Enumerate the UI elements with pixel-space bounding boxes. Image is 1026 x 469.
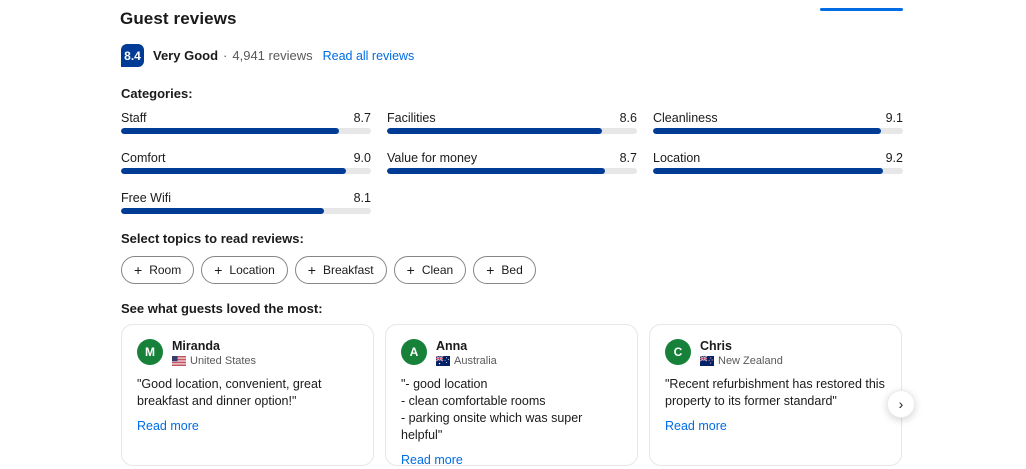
rating-label: Very Good bbox=[153, 48, 219, 63]
category-label: Facilities bbox=[387, 111, 436, 125]
plus-icon: + bbox=[307, 262, 316, 278]
category-bar-track bbox=[653, 168, 903, 174]
us-flag-icon bbox=[172, 356, 186, 366]
avatar: A bbox=[401, 339, 427, 365]
read-more-link[interactable]: Read more bbox=[137, 419, 199, 433]
rating-separator: · bbox=[223, 48, 228, 63]
review-card: M Miranda United States "Good location, … bbox=[121, 324, 374, 466]
category-bar-track bbox=[387, 168, 637, 174]
chevron-right-icon: › bbox=[898, 396, 904, 412]
review-card: A Anna Australia "- good location - clea… bbox=[385, 324, 638, 467]
plus-icon: + bbox=[134, 262, 143, 278]
rating-summary: 8.4 Very Good · 4,941 reviews Read all r… bbox=[121, 44, 414, 67]
review-card: C Chris New Zealand "Recent refurbishmen… bbox=[649, 324, 902, 466]
category-bar-fill bbox=[653, 168, 883, 174]
category-label: Free Wifi bbox=[121, 191, 171, 205]
read-more-link[interactable]: Read more bbox=[665, 419, 727, 433]
au-flag-icon bbox=[436, 356, 450, 366]
categories-grid: Staff 8.7 Facilities 8.6 Cleanliness 9.1… bbox=[121, 111, 903, 214]
guest-country: Australia bbox=[454, 355, 497, 367]
guest-country: United States bbox=[190, 355, 257, 367]
category-score: 8.7 bbox=[619, 151, 637, 165]
category-bar-fill bbox=[121, 208, 324, 214]
topic-pill-breakfast[interactable]: + Breakfast bbox=[294, 256, 387, 284]
avatar: M bbox=[137, 339, 163, 365]
topic-pills: + Room + Location + Breakfast + Clean + … bbox=[121, 256, 536, 284]
topics-heading: Select topics to read reviews: bbox=[121, 231, 304, 246]
category-comfort: Comfort 9.0 bbox=[121, 151, 371, 174]
guest-name: Miranda bbox=[172, 339, 220, 353]
review-quote: "Good location, convenient, great breakf… bbox=[137, 377, 322, 408]
category-cleanliness: Cleanliness 9.1 bbox=[653, 111, 903, 134]
plus-icon: + bbox=[486, 262, 495, 278]
topic-pill-room[interactable]: + Room bbox=[121, 256, 195, 284]
guest-name: Anna bbox=[436, 339, 468, 353]
category-bar-track bbox=[121, 168, 371, 174]
read-all-reviews-link[interactable]: Read all reviews bbox=[323, 49, 415, 63]
category-value-for-money: Value for money 8.7 bbox=[387, 151, 637, 174]
plus-icon: + bbox=[214, 262, 223, 278]
next-reviews-button[interactable]: › bbox=[887, 390, 915, 418]
category-facilities: Facilities 8.6 bbox=[387, 111, 637, 134]
topic-pill-label: Room bbox=[149, 263, 182, 277]
nz-flag-icon bbox=[700, 356, 714, 366]
category-score: 8.7 bbox=[353, 111, 371, 125]
avatar: C bbox=[665, 339, 691, 365]
category-score: 8.6 bbox=[619, 111, 637, 125]
category-label: Value for money bbox=[387, 151, 478, 165]
category-bar-track bbox=[121, 208, 371, 214]
review-score-badge: 8.4 bbox=[121, 44, 144, 67]
category-score: 8.1 bbox=[353, 191, 371, 205]
topic-pill-clean[interactable]: + Clean bbox=[393, 256, 467, 284]
topic-pill-label: Breakfast bbox=[322, 263, 374, 277]
reviews-count: 4,941 reviews bbox=[232, 48, 313, 63]
review-quote: "Recent refurbishment has restored this … bbox=[665, 377, 885, 408]
guest-name: Chris bbox=[700, 339, 732, 353]
category-bar-fill bbox=[387, 168, 605, 174]
category-label: Comfort bbox=[121, 151, 166, 165]
topic-pill-bed[interactable]: + Bed bbox=[473, 256, 536, 284]
category-location: Location 9.2 bbox=[653, 151, 903, 174]
category-bar-fill bbox=[653, 128, 881, 134]
review-quote: "- good location - clean comfortable roo… bbox=[401, 377, 583, 442]
topic-pill-location[interactable]: + Location bbox=[201, 256, 288, 284]
review-cards: M Miranda United States "Good location, … bbox=[121, 324, 902, 467]
category-bar-track bbox=[653, 128, 903, 134]
categories-heading: Categories: bbox=[121, 86, 193, 101]
active-tab-indicator bbox=[820, 8, 903, 11]
category-bar-fill bbox=[121, 168, 346, 174]
category-free-wifi: Free Wifi 8.1 bbox=[121, 191, 371, 214]
topic-pill-label: Clean bbox=[421, 263, 454, 277]
category-staff: Staff 8.7 bbox=[121, 111, 371, 134]
category-score: 9.1 bbox=[885, 111, 903, 125]
read-more-link[interactable]: Read more bbox=[401, 453, 463, 467]
category-label: Cleanliness bbox=[653, 111, 718, 125]
category-bar-track bbox=[387, 128, 637, 134]
category-score: 9.0 bbox=[353, 151, 371, 165]
category-score: 9.2 bbox=[885, 151, 903, 165]
plus-icon: + bbox=[406, 262, 415, 278]
guest-country: New Zealand bbox=[718, 355, 783, 367]
topic-pill-label: Bed bbox=[501, 263, 523, 277]
category-bar-track bbox=[121, 128, 371, 134]
category-label: Location bbox=[653, 151, 701, 165]
category-bar-fill bbox=[121, 128, 339, 134]
topic-pill-label: Location bbox=[229, 263, 275, 277]
loved-most-heading: See what guests loved the most: bbox=[121, 301, 323, 316]
page-title: Guest reviews bbox=[120, 9, 237, 28]
category-bar-fill bbox=[387, 128, 602, 134]
category-label: Staff bbox=[121, 111, 147, 125]
